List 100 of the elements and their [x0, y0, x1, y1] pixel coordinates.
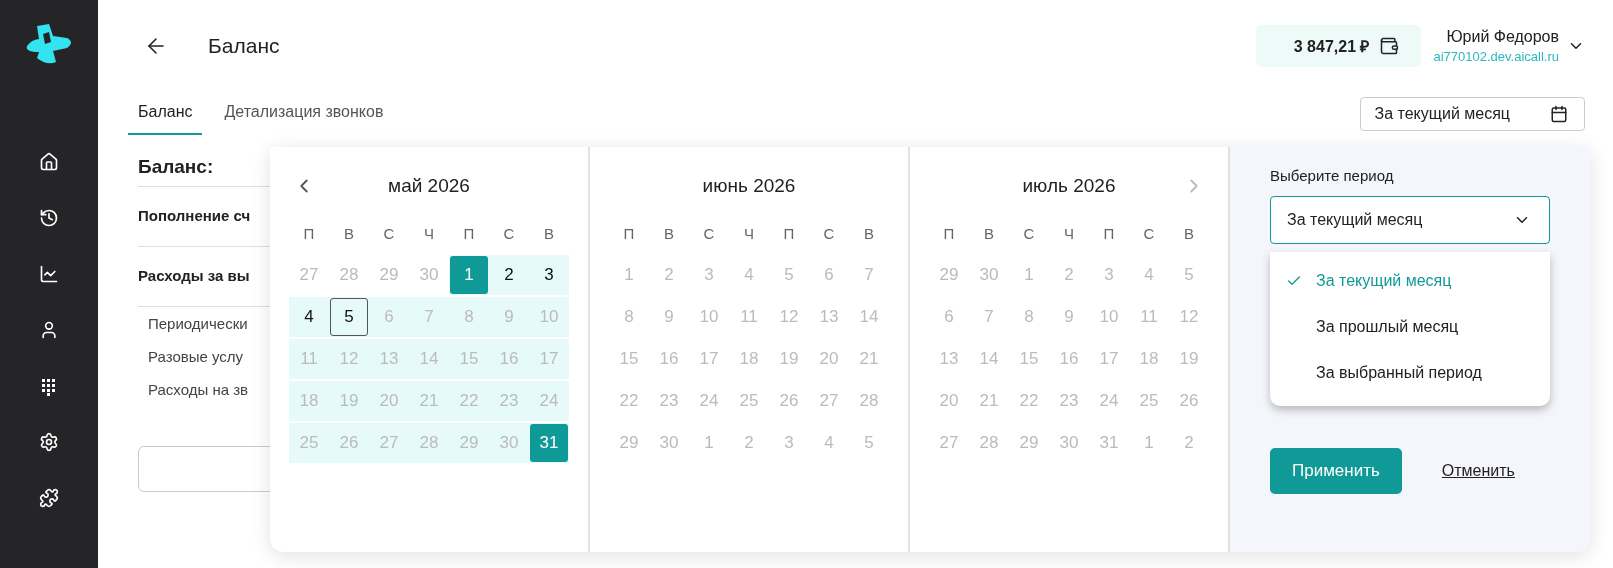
menu-item[interactable]: За прошлый месяц	[1270, 304, 1550, 350]
calendar-day[interactable]: 8	[1010, 298, 1048, 336]
calendar-day[interactable]: 28	[850, 382, 888, 420]
calendar-day[interactable]: 8	[610, 298, 648, 336]
puzzle-icon[interactable]	[39, 488, 59, 508]
calendar-day[interactable]: 18	[290, 382, 328, 420]
history-icon[interactable]	[39, 208, 59, 228]
calendar-day[interactable]: 2	[490, 256, 528, 294]
calendar-day[interactable]: 3	[690, 256, 728, 294]
calendar-day[interactable]: 29	[930, 256, 968, 294]
calendar-day[interactable]: 16	[1050, 340, 1088, 378]
calendar-day[interactable]: 1	[610, 256, 648, 294]
balance-chip[interactable]: 3 847,21 ₽	[1255, 25, 1422, 67]
calendar-day[interactable]: 6	[810, 256, 848, 294]
calendar-day[interactable]: 13	[370, 340, 408, 378]
period-button[interactable]: За текущий месяц	[1359, 97, 1585, 131]
calendar-day[interactable]: 16	[650, 340, 688, 378]
calendar-day[interactable]: 2	[1050, 256, 1088, 294]
calendar-day[interactable]: 19	[330, 382, 368, 420]
calendar-day[interactable]: 28	[330, 256, 368, 294]
calendar-day[interactable]: 7	[850, 256, 888, 294]
calendar-day[interactable]: 31	[1090, 424, 1128, 462]
calendar-day[interactable]: 20	[930, 382, 968, 420]
calendar-day[interactable]: 26	[330, 424, 368, 462]
calendar-day[interactable]: 7	[970, 298, 1008, 336]
home-icon[interactable]	[39, 152, 59, 172]
calendar-day[interactable]: 15	[1010, 340, 1048, 378]
calendar-day[interactable]: 25	[290, 424, 328, 462]
calendar-day[interactable]: 19	[1170, 340, 1208, 378]
tab[interactable]: Баланс	[128, 93, 203, 135]
settings-icon[interactable]	[39, 432, 59, 452]
calendar-day[interactable]: 21	[850, 340, 888, 378]
calendar-day[interactable]: 12	[330, 340, 368, 378]
calendar-day[interactable]: 12	[1170, 298, 1208, 336]
calendar-day[interactable]: 15	[450, 340, 488, 378]
calendar-day[interactable]: 24	[1090, 382, 1128, 420]
calendar-day[interactable]: 17	[1090, 340, 1128, 378]
calendar-day[interactable]: 27	[930, 424, 968, 462]
calendar-day[interactable]: 3	[1090, 256, 1128, 294]
tab[interactable]: Детализация звонков	[214, 93, 394, 135]
calendar-day[interactable]: 6	[370, 298, 408, 336]
calendar-day[interactable]: 27	[810, 382, 848, 420]
calendar-day[interactable]: 11	[730, 298, 768, 336]
calendar-day[interactable]: 16	[490, 340, 528, 378]
calendar-day[interactable]: 18	[730, 340, 768, 378]
calendar-day[interactable]: 22	[1010, 382, 1048, 420]
calendar-day[interactable]: 28	[410, 424, 448, 462]
calendar-day[interactable]: 6	[930, 298, 968, 336]
calendar-day[interactable]: 24	[690, 382, 728, 420]
period-select[interactable]: За текущий месяц	[1270, 196, 1550, 244]
calendar-day[interactable]: 2	[650, 256, 688, 294]
calendar-day[interactable]: 30	[650, 424, 688, 462]
calendar-day[interactable]: 29	[610, 424, 648, 462]
user-icon[interactable]	[39, 320, 59, 340]
calendar-day[interactable]: 3	[770, 424, 808, 462]
calendar-day[interactable]: 17	[530, 340, 568, 378]
calendar-day[interactable]: 14	[850, 298, 888, 336]
calendar-day[interactable]: 10	[1090, 298, 1128, 336]
calendar-day[interactable]: 2	[730, 424, 768, 462]
calendar-day[interactable]: 1	[450, 256, 488, 294]
calendar-day[interactable]: 24	[530, 382, 568, 420]
calendar-day[interactable]: 1	[690, 424, 728, 462]
calendar-day[interactable]: 19	[770, 340, 808, 378]
calendar-day[interactable]: 4	[290, 298, 328, 336]
menu-item[interactable]: За текущий месяц	[1270, 258, 1550, 304]
calendar-day[interactable]: 23	[650, 382, 688, 420]
calendar-day[interactable]: 17	[690, 340, 728, 378]
apply-button[interactable]: Применить	[1270, 448, 1402, 494]
calendar-day[interactable]: 5	[330, 298, 368, 336]
calendar-day[interactable]: 14	[970, 340, 1008, 378]
calendar-day[interactable]: 29	[1010, 424, 1048, 462]
calendar-day[interactable]: 25	[1130, 382, 1168, 420]
calendar-day[interactable]: 11	[290, 340, 328, 378]
calendar-day[interactable]: 26	[770, 382, 808, 420]
calendar-day[interactable]: 5	[1170, 256, 1208, 294]
calendar-day[interactable]: 22	[450, 382, 488, 420]
calendar-day[interactable]: 12	[770, 298, 808, 336]
calendar-day[interactable]: 4	[730, 256, 768, 294]
calendar-day[interactable]: 21	[970, 382, 1008, 420]
calendar-day[interactable]: 4	[1130, 256, 1168, 294]
calendar-day[interactable]: 25	[730, 382, 768, 420]
calendar-day[interactable]: 9	[490, 298, 528, 336]
calendar-day[interactable]: 30	[410, 256, 448, 294]
calendar-day[interactable]: 2	[1170, 424, 1208, 462]
calendar-day[interactable]: 27	[370, 424, 408, 462]
calendar-day[interactable]: 20	[810, 340, 848, 378]
cancel-link[interactable]: Отменить	[1441, 462, 1515, 480]
calendar-day[interactable]: 11	[1130, 298, 1168, 336]
calendar-day[interactable]: 29	[450, 424, 488, 462]
calendar-day[interactable]: 5	[850, 424, 888, 462]
chart-icon[interactable]	[39, 264, 59, 284]
calendar-day[interactable]: 15	[610, 340, 648, 378]
calendar-day[interactable]: 23	[1050, 382, 1088, 420]
calendar-day[interactable]: 10	[690, 298, 728, 336]
calendar-day[interactable]: 5	[770, 256, 808, 294]
calendar-day[interactable]: 7	[410, 298, 448, 336]
calendar-day[interactable]: 1	[1010, 256, 1048, 294]
calendar-day[interactable]: 20	[370, 382, 408, 420]
calendar-day[interactable]: 13	[810, 298, 848, 336]
calendar-day[interactable]: 30	[490, 424, 528, 462]
